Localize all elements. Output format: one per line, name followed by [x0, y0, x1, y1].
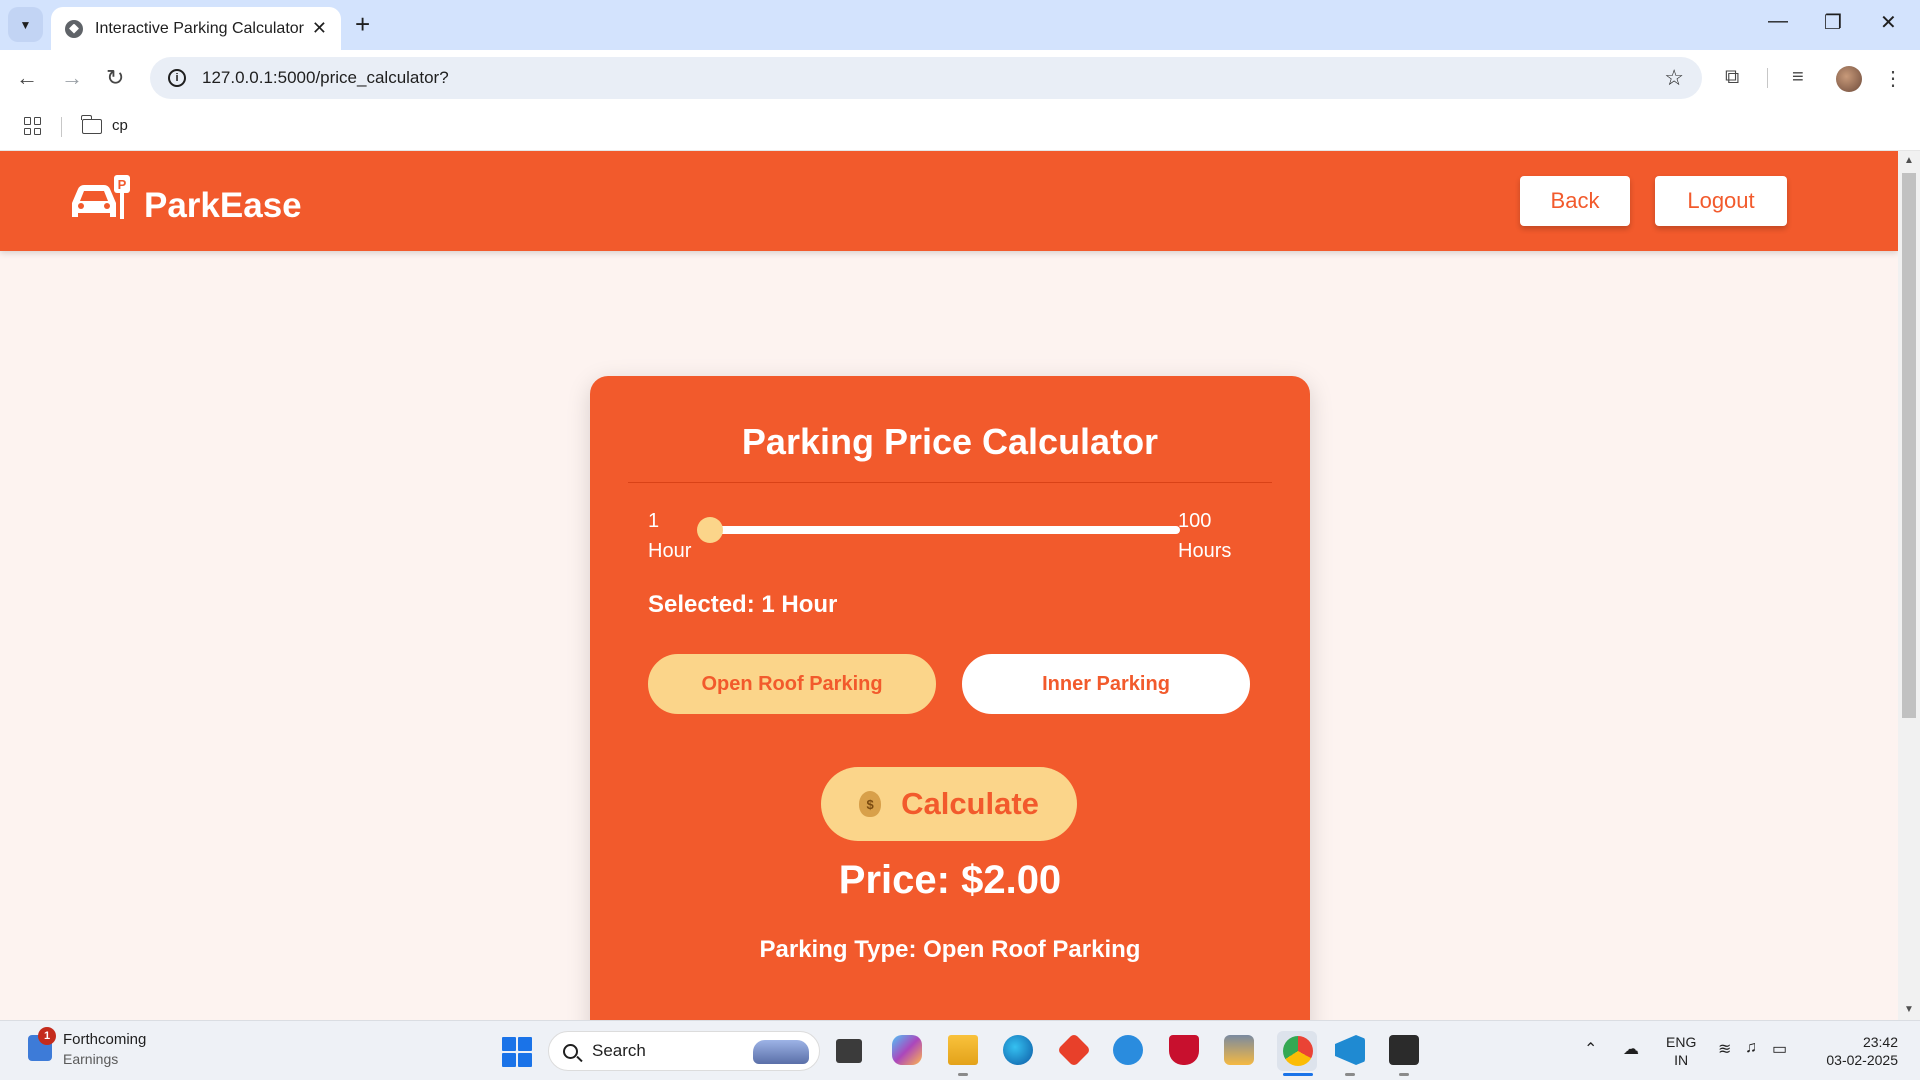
chrome-indicator — [1283, 1073, 1313, 1076]
widget-subtitle: Earnings — [63, 1051, 119, 1067]
calculator-title: Parking Price Calculator — [741, 421, 1159, 462]
site-info-icon[interactable]: i — [168, 69, 186, 87]
task-view-icon[interactable] — [836, 1039, 862, 1063]
range-min-value: 1 — [648, 510, 660, 532]
edge-icon[interactable] — [1003, 1035, 1033, 1065]
bookmarks-bar — [0, 106, 1920, 151]
clock-time: 23:42 — [1862, 1034, 1898, 1050]
vscode-indicator — [1345, 1073, 1355, 1076]
file-explorer-indicator — [958, 1073, 968, 1076]
language-indicator[interactable]: ENG IN — [1666, 1033, 1696, 1069]
scroll-up-arrow-icon[interactable]: ▲ — [1904, 155, 1914, 166]
widget-title[interactable]: Forthcoming — [63, 1031, 146, 1048]
app-header: P ParkEase Back Logout — [0, 151, 1898, 251]
tab-title: Interactive Parking Calculator — [95, 19, 304, 37]
git-app-icon[interactable] — [1057, 1033, 1091, 1067]
store-app-icon[interactable] — [1224, 1035, 1254, 1065]
close-tab-icon[interactable]: ✕ — [312, 18, 327, 39]
title-divider — [628, 482, 1272, 483]
address-bar[interactable]: i 127.0.0.1:5000/price_calculator? ☆ — [150, 57, 1702, 99]
widget-badge: 1 — [38, 1027, 56, 1045]
slider-thumb[interactable] — [697, 517, 723, 543]
calculator-card: Parking Price Calculator 1 Hour 100 Hour… — [590, 376, 1310, 1020]
close-window-button[interactable]: ✕ — [1880, 10, 1897, 35]
vscode-icon[interactable] — [1335, 1035, 1365, 1065]
selected-hours-text: Selected: 1 Hour — [648, 591, 838, 618]
range-min-label: 1 Hour — [648, 506, 691, 566]
media-control-icon[interactable]: ≡ — [1792, 66, 1804, 89]
taskbar: 1 Forthcoming Earnings Search ⌃ ☁ ENG IN… — [0, 1020, 1920, 1080]
terminal-indicator — [1399, 1073, 1409, 1076]
wifi-icon[interactable]: ≋ — [1718, 1039, 1731, 1059]
money-bag-icon: $ — [859, 791, 882, 817]
back-arrow-icon[interactable]: ← — [16, 63, 38, 93]
folder-icon[interactable] — [81, 115, 102, 134]
price-result: Price: $2.00 — [838, 858, 1062, 902]
scroll-down-arrow-icon[interactable]: ▼ — [1904, 1004, 1914, 1015]
forward-arrow-icon[interactable]: → — [61, 63, 83, 93]
mcafee-icon[interactable] — [1169, 1035, 1199, 1065]
copilot-icon[interactable] — [892, 1035, 922, 1065]
language-code: ENG — [1666, 1034, 1697, 1050]
terminal-icon[interactable] — [1389, 1035, 1419, 1065]
hours-slider[interactable] — [697, 517, 1180, 543]
bookmark-folder-label[interactable]: cp — [112, 117, 128, 134]
onedrive-icon[interactable]: ☁ — [1623, 1039, 1639, 1059]
url-text: 127.0.0.1:5000/price_calculator? — [202, 68, 449, 87]
search-highlight-icon — [753, 1040, 809, 1064]
svg-text:P: P — [118, 177, 127, 192]
menu-kebab-icon[interactable]: ⋮ — [1883, 66, 1903, 91]
range-max-unit: Hours — [1178, 540, 1232, 562]
battery-icon[interactable]: ▭ — [1772, 1039, 1787, 1059]
clock-date: 03-02-2025 — [1826, 1052, 1898, 1068]
browser-toolbar: ← → ↻ i 127.0.0.1:5000/price_calculator?… — [0, 50, 1920, 106]
page-scrollbar[interactable]: ▲ ▼ — [1898, 151, 1920, 1020]
range-min-unit: Hour — [648, 540, 692, 562]
page-viewport: P ParkEase Back Logout Parking Price Cal… — [0, 151, 1898, 1020]
profile-avatar[interactable] — [1836, 66, 1862, 92]
extensions-icon[interactable]: ⧉ — [1725, 66, 1739, 89]
globe-icon — [65, 19, 83, 38]
windows-start-icon[interactable] — [502, 1037, 532, 1067]
tab-search-button[interactable]: ▼ — [8, 7, 43, 42]
file-explorer-icon[interactable] — [948, 1035, 978, 1065]
volume-icon[interactable]: ♫ — [1745, 1039, 1757, 1057]
restore-button[interactable]: ❐ — [1824, 10, 1842, 35]
region-code: IN — [1674, 1052, 1689, 1068]
system-clock[interactable]: 23:42 03-02-2025 — [1818, 1033, 1898, 1069]
chrome-icon[interactable] — [1283, 1036, 1313, 1066]
parking-type-result: Parking Type: Open Roof Parking — [759, 936, 1141, 963]
search-label: Search — [592, 1041, 646, 1060]
inner-parking-button[interactable]: Inner Parking — [962, 654, 1250, 714]
back-button[interactable]: Back — [1520, 176, 1630, 226]
bookmarks-divider — [61, 117, 62, 137]
car-parking-icon: P — [72, 175, 130, 219]
tray-overflow-chevron-icon[interactable]: ⌃ — [1584, 1039, 1597, 1059]
apps-grid-icon[interactable] — [24, 117, 42, 135]
brand-name: ParkEase — [144, 186, 302, 225]
reload-icon[interactable]: ↻ — [106, 63, 124, 93]
range-max-label: 100 Hours — [1178, 506, 1231, 566]
browser-tab[interactable]: Interactive Parking Calculator ✕ — [51, 7, 341, 50]
taskbar-search[interactable]: Search — [548, 1031, 820, 1071]
open-roof-parking-button[interactable]: Open Roof Parking — [648, 654, 936, 714]
calculate-label: Calculate — [901, 786, 1039, 821]
help-icon[interactable] — [1113, 1035, 1143, 1065]
new-tab-button[interactable]: + — [355, 10, 370, 38]
range-max-value: 100 — [1178, 510, 1212, 532]
browser-tab-strip: ▼ Interactive Parking Calculator ✕ + — ❐… — [0, 0, 1920, 50]
scrollbar-thumb[interactable] — [1902, 173, 1916, 718]
toolbar-divider — [1767, 68, 1768, 88]
bookmark-star-icon[interactable]: ☆ — [1664, 65, 1684, 91]
search-icon — [563, 1043, 578, 1059]
chevron-down-icon: ▼ — [19, 17, 32, 32]
calculate-button[interactable]: $ Calculate — [821, 767, 1077, 841]
minimize-button[interactable]: — — [1768, 10, 1788, 33]
logout-button[interactable]: Logout — [1655, 176, 1787, 226]
